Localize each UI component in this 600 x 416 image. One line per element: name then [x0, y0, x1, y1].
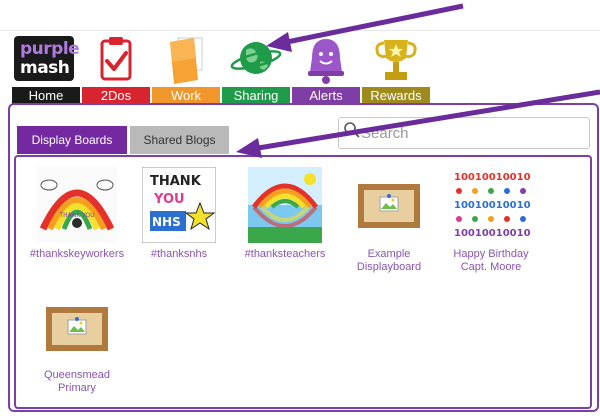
header-divider	[0, 30, 600, 31]
svg-text:100100100100: 100100100100	[454, 228, 531, 239]
svg-text:THANK YOU: THANK YOU	[58, 212, 94, 219]
nav-item-sharing[interactable]: Sharing	[222, 36, 290, 104]
tab-shared-blogs[interactable]: Shared Blogs	[130, 126, 229, 154]
board-label: #thanksnhs	[150, 248, 208, 260]
nav-item-rewards[interactable]: Rewards	[362, 36, 430, 104]
search-box	[338, 117, 590, 149]
bell-icon	[308, 39, 344, 84]
nav-label-alerts: Alerts	[292, 87, 360, 104]
board-frame-icon	[358, 184, 420, 228]
nav-label-work: Work	[152, 87, 220, 104]
nav-label-sharing: Sharing	[222, 87, 290, 104]
board-label: Queensmead Primary	[43, 369, 111, 394]
board-label: Example Displayboard	[356, 248, 422, 273]
svg-text:100100100100: 100100100100	[454, 172, 531, 183]
search-icon	[344, 122, 360, 138]
logo-line2: mash	[20, 58, 70, 78]
nav-item-alerts[interactable]: Alerts	[292, 36, 360, 104]
nav-item-2dos[interactable]: 2Dos	[82, 36, 150, 104]
folder-icon	[170, 37, 203, 84]
board-label: Happy Birthday Capt. Moore	[453, 248, 529, 273]
board-label: #thankskeyworkers	[29, 248, 125, 260]
display-boards-grid: THANK YOU #thankskeyworkers THANK YOU NH…	[14, 155, 592, 409]
search-input[interactable]	[361, 121, 581, 145]
board-thumbnail: 100100100100 100100100100 100100100100	[451, 167, 531, 243]
nav-item-home[interactable]: purple mash Home	[12, 36, 80, 104]
board-thumbnail: THANK YOU NHS	[142, 167, 216, 243]
svg-text:100100100100: 100100100100	[454, 200, 531, 211]
svg-text:YOU: YOU	[153, 192, 185, 207]
svg-text:NHS: NHS	[152, 215, 181, 229]
clipboard-check-icon	[100, 37, 132, 81]
globe-icon	[230, 42, 282, 74]
board-thumbnail	[248, 167, 322, 243]
svg-text:THANK: THANK	[150, 174, 202, 189]
logo-line1: purple	[20, 39, 80, 59]
board-label: #thanksteachers	[244, 248, 326, 260]
purple-mash-logo: purple mash	[14, 36, 80, 81]
nav-item-work[interactable]: Work	[152, 36, 220, 104]
nav-label-rewards: Rewards	[362, 87, 430, 104]
tab-display-boards[interactable]: Display Boards	[17, 126, 127, 154]
board-thumbnail: THANK YOU	[37, 167, 117, 243]
trophy-icon	[375, 40, 417, 80]
board-frame-icon	[46, 307, 108, 351]
nav-label-2dos: 2Dos	[82, 87, 150, 104]
nav-label-home: Home	[12, 87, 80, 104]
